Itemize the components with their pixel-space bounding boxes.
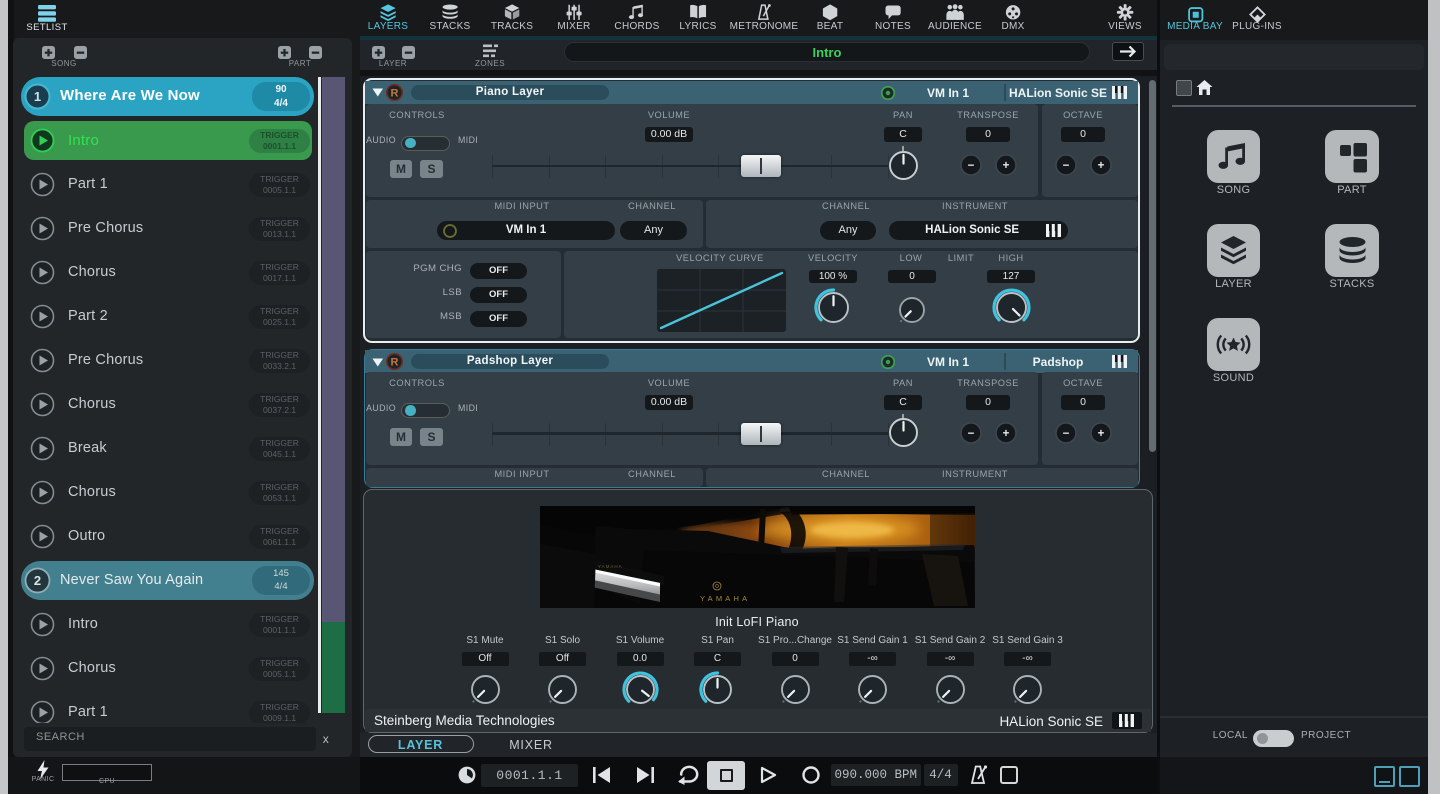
svg-text:YAMAHA: YAMAHA <box>700 594 750 603</box>
svg-text:−: − <box>1062 160 1069 172</box>
svg-text:−: − <box>967 427 974 439</box>
svg-text:+: + <box>1097 427 1104 439</box>
svg-text:−: − <box>1062 427 1069 439</box>
svg-text:R: R <box>391 87 399 99</box>
svg-text:+: + <box>1097 160 1104 172</box>
svg-text:+: + <box>1002 427 1009 439</box>
svg-text:1: 1 <box>34 89 41 104</box>
svg-text:−: − <box>967 160 974 172</box>
svg-text:R: R <box>391 357 399 369</box>
svg-text:2: 2 <box>34 573 41 588</box>
svg-text:+: + <box>1002 160 1009 172</box>
svg-text:YAMAHA: YAMAHA <box>598 564 623 569</box>
